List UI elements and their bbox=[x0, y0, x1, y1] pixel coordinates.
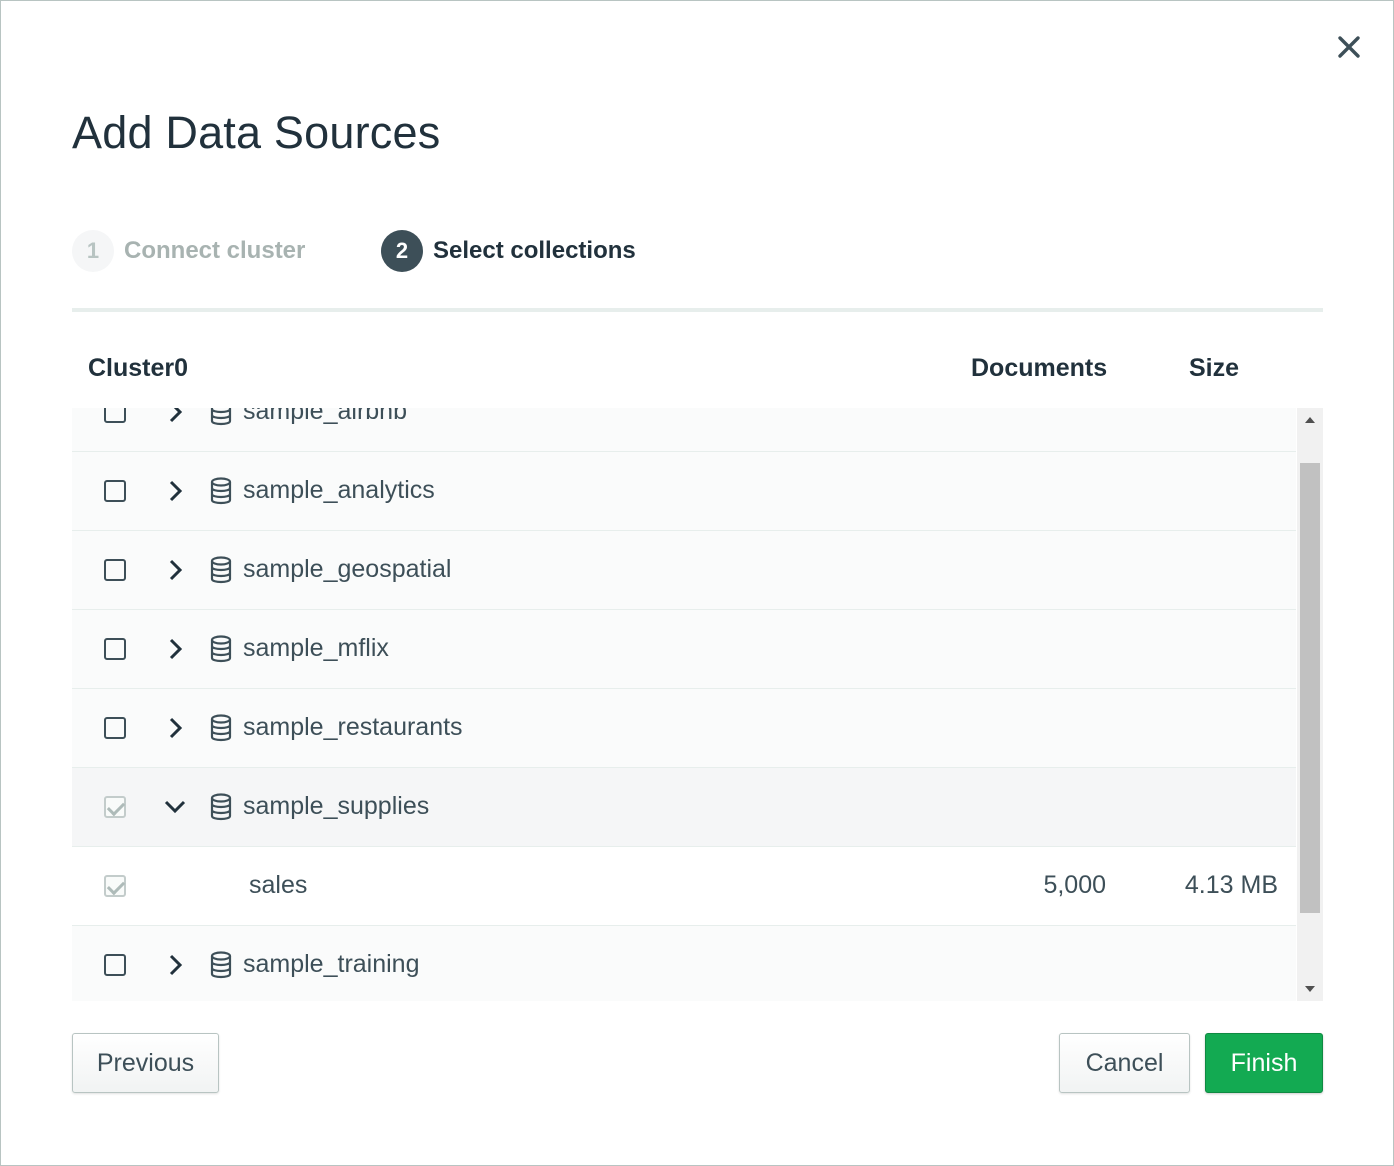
documents-column-header: Documents bbox=[971, 354, 1108, 382]
database-name: sample_airbnb bbox=[243, 408, 407, 425]
database-checkbox[interactable] bbox=[104, 638, 126, 660]
collection-name: sales bbox=[249, 871, 308, 899]
collection-size: 4.13 MB bbox=[1184, 871, 1278, 899]
chevron-right-icon[interactable] bbox=[162, 950, 188, 980]
database-icon bbox=[210, 477, 232, 505]
database-row[interactable]: sample_mflix bbox=[72, 610, 1296, 689]
add-data-sources-modal: Add Data Sources 1 Connect cluster 2 Sel… bbox=[0, 0, 1394, 1166]
database-icon bbox=[210, 714, 232, 742]
step-label: Select collections bbox=[433, 237, 636, 264]
step-connect-cluster[interactable]: 1 Connect cluster bbox=[72, 227, 305, 275]
cluster-name: Cluster0 bbox=[88, 354, 189, 382]
steps-divider bbox=[72, 308, 1323, 312]
modal-title: Add Data Sources bbox=[72, 107, 441, 158]
database-name: sample_analytics bbox=[243, 476, 435, 504]
step-label: Connect cluster bbox=[124, 237, 306, 264]
collections-rows: sample_airbnb sample_analytics sample_ge… bbox=[72, 408, 1296, 1001]
database-icon bbox=[210, 556, 232, 584]
close-button[interactable] bbox=[1331, 29, 1367, 65]
collection-documents: 5,000 bbox=[1043, 871, 1106, 899]
database-name: sample_mflix bbox=[243, 634, 389, 662]
database-icon bbox=[210, 635, 232, 663]
database-row[interactable]: sample_training bbox=[72, 926, 1296, 1001]
scrollbar[interactable] bbox=[1297, 408, 1323, 1001]
finish-button[interactable]: Finish bbox=[1205, 1033, 1323, 1093]
collections-list[interactable]: sample_airbnb sample_analytics sample_ge… bbox=[72, 408, 1323, 1001]
database-name: sample_geospatial bbox=[243, 555, 452, 583]
scroll-up-button[interactable] bbox=[1297, 408, 1323, 432]
database-checkbox[interactable] bbox=[104, 559, 126, 581]
table-header: Cluster0 Documents Size bbox=[72, 346, 1323, 394]
chevron-right-icon[interactable] bbox=[162, 555, 188, 585]
database-checkbox[interactable] bbox=[104, 717, 126, 739]
database-checkbox[interactable] bbox=[104, 954, 126, 976]
database-name: sample_supplies bbox=[243, 792, 430, 820]
database-icon bbox=[210, 408, 232, 426]
previous-button[interactable]: Previous bbox=[72, 1033, 219, 1093]
cancel-button[interactable]: Cancel bbox=[1059, 1033, 1190, 1093]
scrollbar-thumb[interactable] bbox=[1300, 463, 1320, 913]
collection-checkbox[interactable] bbox=[104, 875, 126, 897]
chevron-right-icon[interactable] bbox=[162, 634, 188, 664]
database-row[interactable]: sample_analytics bbox=[72, 452, 1296, 531]
wizard-steps: 1 Connect cluster 2 Select collections bbox=[72, 227, 1323, 275]
database-checkbox[interactable] bbox=[104, 480, 126, 502]
collection-row[interactable]: sales 5,000 4.13 MB bbox=[72, 847, 1296, 926]
scroll-down-button[interactable] bbox=[1297, 977, 1323, 1001]
database-row[interactable]: sample_geospatial bbox=[72, 531, 1296, 610]
size-column-header: Size bbox=[1189, 354, 1240, 382]
step-select-collections[interactable]: 2 Select collections bbox=[381, 227, 636, 275]
triangle-up-icon bbox=[1305, 417, 1315, 423]
database-row[interactable]: sample_supplies bbox=[72, 768, 1296, 847]
chevron-down-icon[interactable] bbox=[162, 792, 188, 822]
database-checkbox[interactable] bbox=[104, 796, 126, 818]
step-number: 1 bbox=[72, 230, 114, 272]
step-number: 2 bbox=[381, 230, 423, 272]
chevron-right-icon[interactable] bbox=[162, 713, 188, 743]
close-icon bbox=[1338, 36, 1360, 58]
database-icon bbox=[210, 951, 232, 979]
database-checkbox[interactable] bbox=[104, 408, 126, 423]
database-name: sample_training bbox=[243, 950, 420, 978]
chevron-right-icon[interactable] bbox=[162, 408, 188, 427]
database-icon bbox=[210, 793, 232, 821]
chevron-right-icon[interactable] bbox=[162, 476, 188, 506]
database-row[interactable]: sample_restaurants bbox=[72, 689, 1296, 768]
database-row[interactable]: sample_airbnb bbox=[72, 408, 1296, 452]
triangle-down-icon bbox=[1305, 986, 1315, 992]
database-name: sample_restaurants bbox=[243, 713, 463, 741]
